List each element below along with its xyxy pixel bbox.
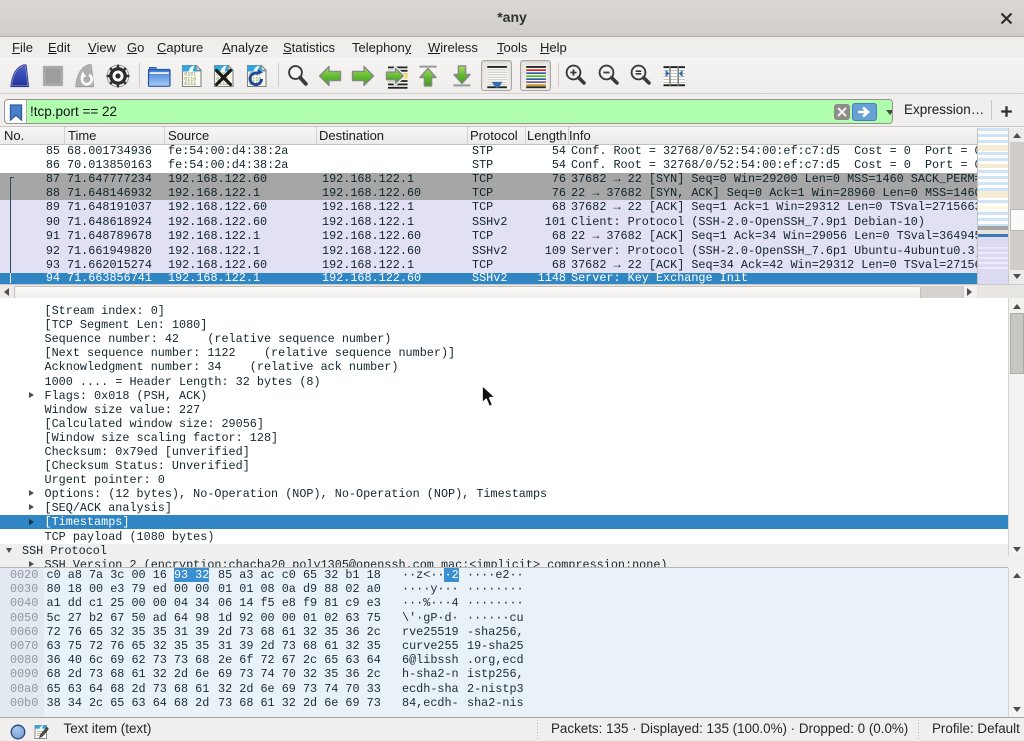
svg-text:0111: 0111 (184, 81, 196, 87)
